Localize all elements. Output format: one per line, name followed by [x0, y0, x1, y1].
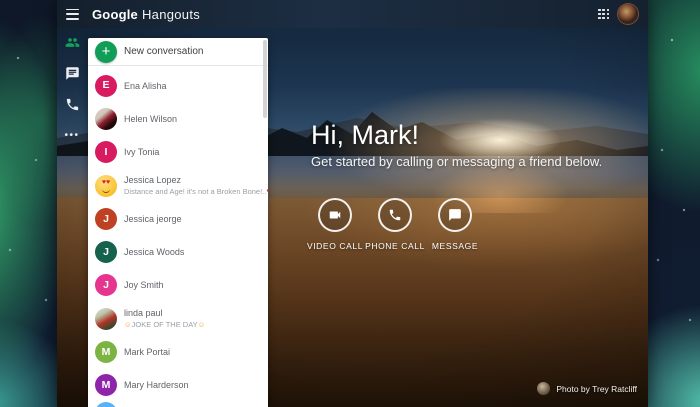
- phone-icon: [65, 97, 80, 112]
- action-circle: [318, 198, 352, 232]
- contact-avatar: [95, 308, 117, 330]
- contact-name: Helen Wilson: [124, 114, 177, 124]
- photo-credit-text: Photo by Trey Ratcliff: [556, 384, 637, 394]
- contact-row[interactable]: M Mark Portai: [88, 335, 268, 368]
- contact-name: Mark Portai: [124, 347, 170, 357]
- menu-icon[interactable]: [66, 9, 79, 20]
- contacts-icon: [65, 35, 80, 50]
- topbar-right: [598, 4, 638, 24]
- snippet-emoji: ☺: [124, 320, 132, 329]
- contact-name: Jessica Woods: [124, 247, 184, 257]
- contact-avatar: J: [95, 208, 117, 230]
- contact-name: Ena Alisha: [124, 81, 167, 91]
- heart-eyes-emoji: ♥♥: [95, 179, 117, 186]
- hangouts-window: Google Hangouts Hi, Mark!: [57, 0, 648, 407]
- chat-icon: [65, 66, 80, 81]
- action-label: PHONE CALL: [365, 241, 425, 251]
- message-button[interactable]: MESSAGE: [420, 198, 490, 251]
- message-icon: [448, 208, 462, 222]
- desktop-background: Google Hangouts Hi, Mark!: [0, 0, 700, 407]
- video-icon: [328, 208, 342, 222]
- left-rail: •••: [57, 30, 87, 154]
- emoji-mouth: [102, 187, 110, 193]
- new-conversation-button[interactable]: + New conversation: [88, 38, 268, 65]
- contact-avatar: E: [95, 75, 117, 97]
- contact-avatar: M: [95, 374, 117, 396]
- contact-row[interactable]: [88, 402, 268, 407]
- rail-item-contacts[interactable]: [60, 30, 85, 55]
- contact-avatar: [95, 108, 117, 130]
- contact-name: linda paul: [124, 308, 205, 318]
- contact-row[interactable]: J Joy Smith: [88, 269, 268, 302]
- contact-avatar: [95, 402, 117, 407]
- action-label: VIDEO CALL: [307, 241, 363, 251]
- app-title: Google Hangouts: [92, 7, 200, 22]
- snippet-emoji: ☺: [198, 320, 206, 329]
- contact-avatar: M: [95, 341, 117, 363]
- contact-row[interactable]: M Mary Harderson: [88, 369, 268, 402]
- contacts-panel: + New conversation E Ena Alisha Helen Wils…: [88, 38, 268, 407]
- contact-avatar: I: [95, 141, 117, 163]
- account-avatar[interactable]: [618, 4, 638, 24]
- new-conversation-label: New conversation: [124, 46, 203, 57]
- action-circle: [378, 198, 412, 232]
- contacts-list: E Ena Alisha Helen Wilson I Ivy Tonia ♥♥ Jessi…: [88, 66, 268, 407]
- photo-credit: Photo by Trey Ratcliff: [537, 382, 637, 395]
- rail-item-conversations[interactable]: [60, 61, 85, 86]
- app-body: Hi, Mark! Get started by calling or mess…: [57, 28, 648, 407]
- contact-name: Joy Smith: [124, 280, 164, 290]
- contact-avatar: J: [95, 241, 117, 263]
- greeting-heading: Hi, Mark!: [311, 120, 419, 151]
- contact-snippet: ☺JOKE OF THE DAY☺: [124, 320, 205, 329]
- rail-item-calls[interactable]: [60, 92, 85, 117]
- contact-row[interactable]: Helen Wilson: [88, 102, 268, 135]
- action-label: MESSAGE: [432, 241, 478, 251]
- contact-row[interactable]: J Jessica jeorge: [88, 202, 268, 235]
- contact-name: Mary Harderson: [124, 380, 189, 390]
- contact-row[interactable]: E Ena Alisha: [88, 69, 268, 102]
- contact-row[interactable]: linda paul ☺JOKE OF THE DAY☺: [88, 302, 268, 335]
- contact-avatar: ♥♥: [95, 175, 117, 197]
- photographer-avatar: [537, 382, 550, 395]
- top-bar: Google Hangouts: [57, 0, 648, 28]
- more-icon: •••: [64, 131, 79, 141]
- greeting-subtitle: Get started by calling or messaging a fr…: [311, 154, 602, 169]
- app-title-hangouts: Hangouts: [142, 7, 200, 22]
- contact-name: Jessica jeorge: [124, 214, 182, 224]
- contact-row[interactable]: I Ivy Tonia: [88, 136, 268, 169]
- contact-avatar: J: [95, 274, 117, 296]
- panel-scrollbar[interactable]: [263, 40, 267, 118]
- apps-grid-icon[interactable]: [598, 9, 609, 20]
- snippet-emoji: ❤❤: [266, 187, 268, 196]
- contact-name: Ivy Tonia: [124, 147, 159, 157]
- contact-name: Jessica Lopez: [124, 175, 268, 185]
- contact-row[interactable]: J Jessica Woods: [88, 235, 268, 268]
- rail-item-more[interactable]: •••: [60, 123, 85, 148]
- plus-icon: +: [95, 41, 117, 63]
- contact-row[interactable]: ♥♥ Jessica Lopez Distance and Age! it's no…: [88, 169, 268, 202]
- app-title-google: Google: [92, 7, 138, 22]
- action-circle: [438, 198, 472, 232]
- contact-snippet: Distance and Age! it's not a Broken Bone…: [124, 187, 268, 196]
- phone-icon: [388, 208, 402, 222]
